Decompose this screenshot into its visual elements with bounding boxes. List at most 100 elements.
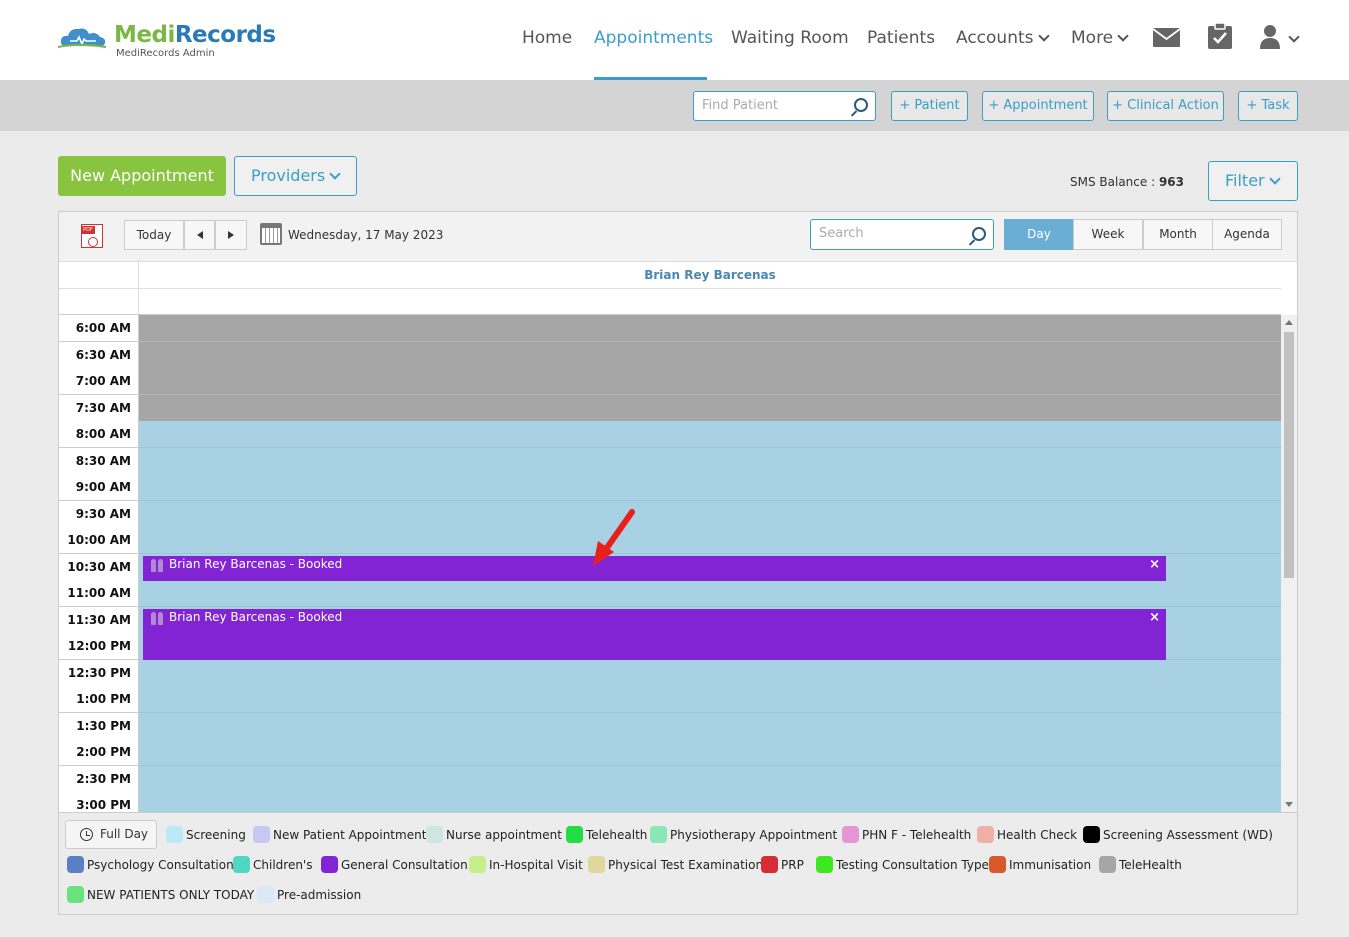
search-icon[interactable] — [854, 98, 868, 112]
today-button[interactable]: Today — [124, 220, 184, 250]
scroll-down-icon[interactable] — [1285, 802, 1293, 807]
available-time-slot[interactable] — [139, 448, 1281, 475]
nav-patients[interactable]: Patients — [867, 28, 935, 52]
tab-day[interactable]: Day — [1004, 219, 1074, 250]
legend-item: Telehealth — [566, 826, 647, 844]
full-day-button[interactable]: Full Day — [65, 820, 157, 849]
legend-item: TeleHealth — [1099, 856, 1182, 874]
appointment-label: Brian Rey Barcenas - Booked — [169, 557, 343, 571]
available-time-slot[interactable] — [139, 766, 1281, 793]
time-slot-label: 3:00 PM — [59, 792, 139, 812]
legend-label: TeleHealth — [1119, 858, 1182, 872]
legend-label: Health Check — [997, 828, 1078, 842]
legend-label: Testing Consultation Type — [836, 858, 989, 872]
calendar-search-input[interactable] — [819, 226, 959, 241]
legend-item: New Patient Appointment — [253, 826, 426, 844]
available-time-slot[interactable] — [139, 421, 1281, 448]
nav-appointments[interactable]: Appointments — [594, 28, 713, 52]
available-time-slot[interactable] — [139, 660, 1281, 687]
chevron-down-icon — [1268, 173, 1281, 185]
legend-swatch — [253, 826, 270, 843]
legend-label: New Patient Appointment — [273, 828, 427, 842]
legend-item: PHN F - Telehealth — [842, 826, 971, 844]
all-day-row[interactable] — [59, 289, 1281, 315]
legend-label: Pre-admission — [277, 888, 362, 902]
available-time-slot[interactable] — [139, 686, 1281, 713]
legend-swatch — [588, 856, 605, 873]
search-icon[interactable] — [972, 227, 986, 241]
people-icon — [150, 559, 164, 572]
unavailable-time-slot[interactable] — [139, 342, 1281, 369]
nav-accounts[interactable]: Accounts — [956, 28, 1050, 52]
calendar-scrollbar[interactable] — [1281, 315, 1297, 812]
legend-item: Physical Test Examination — [588, 856, 763, 874]
tab-agenda[interactable]: Agenda — [1212, 219, 1282, 250]
legend-item: PRP — [761, 856, 804, 874]
pdf-export-icon[interactable] — [81, 224, 103, 248]
legend-label: Physiotherapy Appointment — [670, 828, 838, 842]
legend-label: Telehealth — [586, 828, 648, 842]
previous-day-button[interactable] — [184, 220, 215, 250]
available-time-slot[interactable] — [139, 580, 1281, 607]
people-icon — [150, 612, 164, 625]
filter-dropdown[interactable]: Filter — [1208, 161, 1298, 201]
legend-swatch — [816, 856, 833, 873]
scroll-up-icon[interactable] — [1285, 320, 1293, 325]
appointment-block[interactable]: Brian Rey Barcenas - Booked × — [143, 609, 1166, 660]
nav-home[interactable]: Home — [522, 28, 572, 52]
available-time-slot[interactable] — [139, 739, 1281, 766]
available-time-slot[interactable] — [139, 713, 1281, 740]
legend-label: Children's — [253, 858, 313, 872]
chevron-down-icon — [1288, 31, 1300, 43]
find-patient-field[interactable] — [693, 91, 876, 121]
unavailable-time-slot[interactable] — [139, 315, 1281, 342]
appointment-calendar: Today Wednesday, 17 May 2023 Day Week Mo… — [58, 211, 1298, 915]
time-slot-label: 12:00 PM — [59, 633, 139, 660]
tab-week[interactable]: Week — [1073, 219, 1143, 250]
time-slot-label: 7:30 AM — [59, 395, 139, 422]
mail-icon[interactable] — [1153, 28, 1180, 47]
time-slot-grid[interactable]: 6:00 AM 6:30 AM 7:00 AM 7:30 AM 8:00 AM 8:30 … — [59, 315, 1281, 812]
nav-waiting-room[interactable]: Waiting Room — [731, 28, 849, 52]
legend-item: NEW PATIENTS ONLY TODAY — [67, 886, 254, 904]
legend-item: Health Check — [977, 826, 1077, 844]
providers-dropdown[interactable]: Providers — [234, 156, 357, 196]
legend-label: In-Hospital Visit — [489, 858, 583, 872]
appointment-block[interactable]: Brian Rey Barcenas - Booked × — [143, 556, 1166, 581]
scrollbar-thumb[interactable] — [1284, 332, 1294, 578]
next-day-button[interactable] — [215, 220, 247, 250]
full-day-label: Full Day — [100, 827, 149, 841]
medirecords-logo[interactable]: MediRecords MediRecords Admin — [58, 20, 276, 62]
available-time-slot[interactable] — [139, 474, 1281, 501]
nav-more[interactable]: More — [1071, 28, 1129, 52]
legend-swatch — [1083, 826, 1100, 843]
add-appointment-button[interactable]: + Appointment — [982, 91, 1094, 121]
calendar-picker-icon[interactable] — [260, 223, 282, 245]
appointment-label: Brian Rey Barcenas - Booked — [169, 610, 343, 624]
unavailable-time-slot[interactable] — [139, 395, 1281, 422]
calendar-search-field[interactable] — [810, 219, 994, 250]
sms-balance-value: 963 — [1158, 175, 1184, 189]
available-time-slot[interactable] — [139, 527, 1281, 554]
available-time-slot[interactable] — [139, 792, 1281, 812]
annotation-arrow-icon — [593, 509, 635, 566]
legend-swatch — [257, 886, 274, 903]
add-clinical-action-button[interactable]: + Clinical Action — [1107, 91, 1224, 121]
top-navbar: MediRecords MediRecords Admin Home Appoi… — [0, 0, 1349, 80]
legend-swatch — [650, 826, 667, 843]
add-patient-button[interactable]: + Patient — [891, 91, 968, 121]
close-icon[interactable]: × — [1149, 557, 1160, 572]
clipboard-check-icon[interactable] — [1208, 23, 1232, 49]
user-menu[interactable] — [1260, 24, 1300, 50]
close-icon[interactable]: × — [1149, 610, 1160, 625]
find-patient-input[interactable] — [702, 98, 842, 113]
tab-month[interactable]: Month — [1143, 219, 1213, 250]
clock-icon — [80, 828, 93, 841]
unavailable-time-slot[interactable] — [139, 368, 1281, 395]
time-slot-label: 1:00 PM — [59, 686, 139, 713]
new-appointment-button[interactable]: New Appointment — [58, 156, 226, 196]
available-time-slot[interactable] — [139, 501, 1281, 528]
add-task-button[interactable]: + Task — [1238, 91, 1298, 121]
provider-column-header[interactable]: Brian Rey Barcenas — [139, 262, 1281, 288]
legend-label: PRP — [781, 858, 804, 872]
